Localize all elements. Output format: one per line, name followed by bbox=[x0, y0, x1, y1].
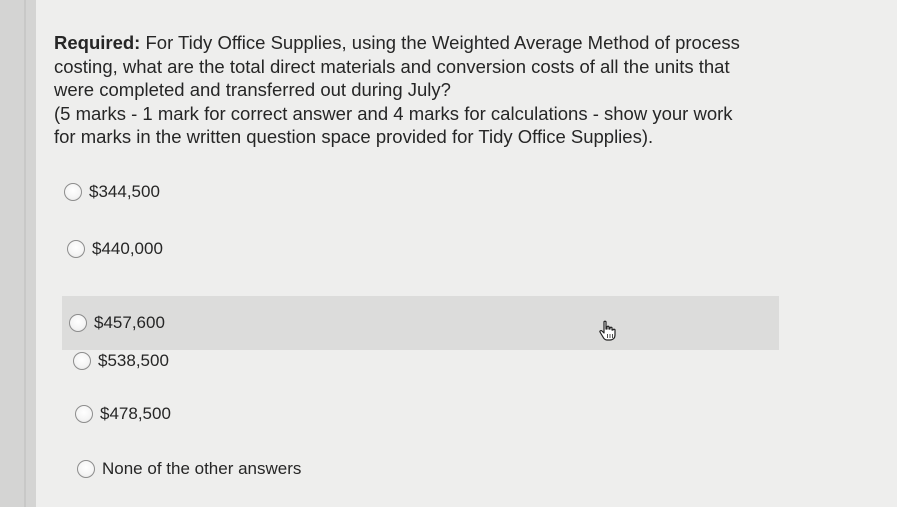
option-3-label: $457,600 bbox=[94, 313, 165, 332]
option-4[interactable]: $538,500 bbox=[73, 338, 808, 384]
hand-pointer-icon bbox=[599, 320, 616, 341]
option-6-label: None of the other answers bbox=[102, 459, 302, 478]
option-1-label: $344,500 bbox=[89, 182, 160, 201]
option-5-label: $478,500 bbox=[100, 404, 171, 423]
answer-options: $344,500 $440,000 $457,600 $538,500 $478… bbox=[36, 0, 897, 507]
radio-button-icon[interactable] bbox=[77, 460, 95, 478]
option-6[interactable]: None of the other answers bbox=[77, 446, 812, 492]
radio-button-icon[interactable] bbox=[73, 352, 91, 370]
left-margin-bar bbox=[0, 0, 36, 507]
option-2-label: $440,000 bbox=[92, 239, 163, 258]
radio-button-icon[interactable] bbox=[67, 240, 85, 258]
option-1[interactable]: $344,500 bbox=[64, 169, 799, 215]
radio-button-icon[interactable] bbox=[75, 405, 93, 423]
option-2[interactable]: $440,000 bbox=[67, 226, 802, 272]
option-4-label: $538,500 bbox=[98, 351, 169, 370]
left-margin-divider bbox=[24, 0, 26, 507]
option-5[interactable]: $478,500 bbox=[75, 391, 810, 437]
radio-button-icon[interactable] bbox=[64, 183, 82, 201]
radio-button-icon[interactable] bbox=[69, 314, 87, 332]
